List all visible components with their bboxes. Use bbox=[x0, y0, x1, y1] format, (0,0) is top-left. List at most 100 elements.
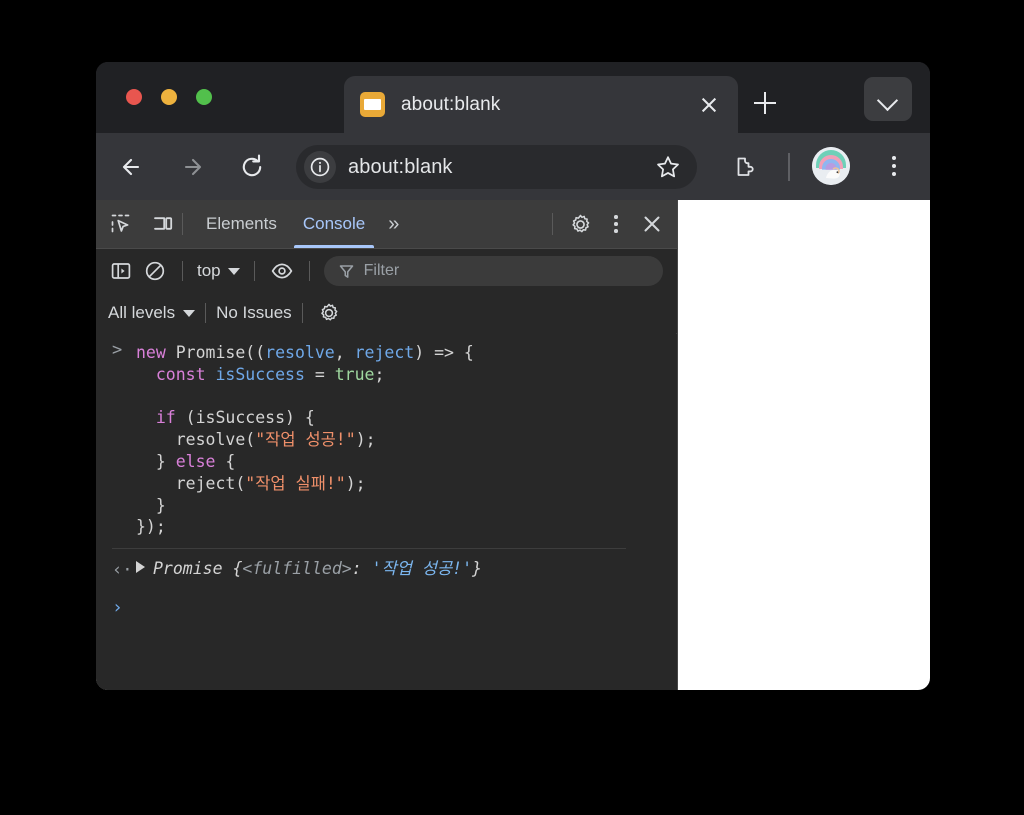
devtools-close-button[interactable] bbox=[635, 207, 669, 241]
code-token: { bbox=[215, 451, 236, 471]
console-input-code: new Promise((resolve, reject) => { const… bbox=[136, 342, 676, 538]
code-token: reject( bbox=[136, 473, 246, 493]
code-token: , bbox=[334, 343, 355, 362]
code-token: ) => { bbox=[414, 343, 474, 362]
gear-icon bbox=[320, 303, 338, 321]
prompt-marker: › bbox=[112, 597, 123, 619]
code-token: new bbox=[136, 343, 166, 362]
star-icon bbox=[657, 156, 679, 178]
back-button[interactable] bbox=[112, 147, 152, 187]
close-icon[interactable] bbox=[694, 90, 724, 120]
console-log[interactable]: > new Promise((resolve, reject) => { con… bbox=[96, 332, 676, 690]
code-token: } bbox=[136, 495, 166, 515]
live-expression-button[interactable] bbox=[265, 254, 299, 288]
console-context-selector[interactable]: top bbox=[193, 261, 244, 281]
console-result-entry: ‹· Promise {<fulfilled>: '작업 성공!'} bbox=[96, 549, 676, 584]
console-levels-bar: All levels No Issues bbox=[96, 293, 677, 334]
log-level-label: All levels bbox=[108, 303, 176, 322]
reload-button[interactable] bbox=[232, 147, 272, 187]
new-tab-button[interactable] bbox=[750, 88, 780, 118]
reload-icon bbox=[242, 154, 262, 177]
close-icon bbox=[644, 216, 660, 232]
devtools-tab-list: Elements Console » bbox=[193, 200, 409, 248]
puzzle-piece-icon bbox=[737, 157, 754, 176]
inspect-element-button[interactable] bbox=[102, 205, 140, 243]
devtools-panel: Elements Console » top Filter All levels… bbox=[96, 200, 678, 690]
tab-elements[interactable]: Elements bbox=[193, 200, 290, 248]
tab-strip: about:blank bbox=[96, 62, 930, 133]
clear-console-button[interactable] bbox=[138, 254, 172, 288]
avatar[interactable] bbox=[812, 147, 850, 185]
result-colon: : bbox=[351, 559, 372, 579]
devtools-more-options-button[interactable] bbox=[599, 207, 633, 241]
chrome-menu-button[interactable] bbox=[876, 147, 912, 185]
code-token: reject bbox=[354, 343, 415, 362]
console-prompt[interactable]: › bbox=[96, 584, 676, 624]
caret-down-icon bbox=[183, 309, 196, 317]
code-token: const bbox=[155, 364, 206, 384]
code-token: "작업 실패!" bbox=[245, 473, 346, 493]
code-token: } bbox=[136, 451, 176, 471]
browser-window: about:blank about:blank Elements Console… bbox=[96, 62, 930, 690]
devtools-tabbar: Elements Console » bbox=[96, 200, 677, 249]
inspect-element-icon bbox=[111, 214, 130, 233]
bookmark-button[interactable] bbox=[655, 154, 681, 180]
divider bbox=[182, 261, 183, 281]
result-close-brace: } bbox=[472, 559, 482, 579]
forward-button[interactable] bbox=[172, 147, 212, 187]
avatar-unicorn-icon bbox=[812, 147, 850, 185]
tab-list-button[interactable] bbox=[864, 77, 912, 121]
address-bar[interactable]: about:blank bbox=[296, 145, 697, 189]
gear-icon bbox=[571, 214, 589, 232]
result-open-brace: { bbox=[222, 559, 243, 579]
triangle-right-icon[interactable] bbox=[136, 561, 145, 574]
device-toolbar-icon bbox=[154, 217, 173, 230]
eye-icon bbox=[271, 263, 292, 279]
site-info-button[interactable] bbox=[304, 151, 336, 183]
window-close-button[interactable] bbox=[126, 89, 142, 105]
window-maximize-button[interactable] bbox=[196, 89, 212, 105]
result-internal-key: <fulfilled> bbox=[242, 559, 352, 579]
issues-status[interactable]: No Issues bbox=[216, 303, 292, 323]
caret-down-icon bbox=[227, 267, 240, 275]
tab-title: about:blank bbox=[401, 93, 501, 115]
console-settings-button[interactable] bbox=[313, 297, 345, 329]
log-level-selector[interactable]: All levels bbox=[108, 303, 196, 323]
dot bbox=[892, 172, 896, 176]
browser-tab[interactable]: about:blank bbox=[344, 76, 738, 133]
page-icon bbox=[360, 92, 385, 117]
window-minimize-button[interactable] bbox=[161, 89, 177, 105]
filter-input[interactable]: Filter bbox=[323, 256, 663, 286]
window-traffic-lights bbox=[126, 89, 212, 105]
code-token: (( bbox=[245, 343, 266, 362]
extensions-button[interactable] bbox=[724, 148, 762, 186]
back-arrow-icon bbox=[122, 158, 140, 176]
devtools-settings-button[interactable] bbox=[563, 207, 597, 241]
code-token: resolve( bbox=[136, 430, 256, 450]
code-token: "작업 성공!" bbox=[255, 430, 356, 450]
console-toolbar: top Filter bbox=[96, 249, 677, 293]
three-dots-vertical-icon bbox=[892, 156, 896, 160]
three-dots-vertical-icon bbox=[614, 215, 618, 219]
more-tabs-button[interactable]: » bbox=[378, 200, 409, 248]
console-sidebar-button[interactable] bbox=[104, 254, 138, 288]
code-token: Promise bbox=[175, 343, 246, 362]
tab-console[interactable]: Console bbox=[290, 200, 378, 248]
console-sidebar-icon bbox=[111, 263, 131, 279]
code-token: else bbox=[175, 451, 216, 471]
divider bbox=[308, 261, 310, 281]
forward-arrow-icon bbox=[184, 158, 202, 176]
divider bbox=[182, 213, 183, 235]
filter-placeholder: Filter bbox=[363, 262, 400, 279]
console-result-value[interactable]: Promise {<fulfilled>: '작업 성공!'} bbox=[136, 559, 482, 578]
code-token: ; bbox=[374, 364, 385, 384]
result-string-value: '작업 성공!' bbox=[371, 559, 473, 579]
toolbar-divider bbox=[788, 153, 790, 181]
code-token: ); bbox=[345, 473, 366, 493]
code-token: if bbox=[155, 408, 176, 428]
device-toolbar-button[interactable] bbox=[144, 205, 182, 243]
code-token: true bbox=[334, 364, 375, 384]
